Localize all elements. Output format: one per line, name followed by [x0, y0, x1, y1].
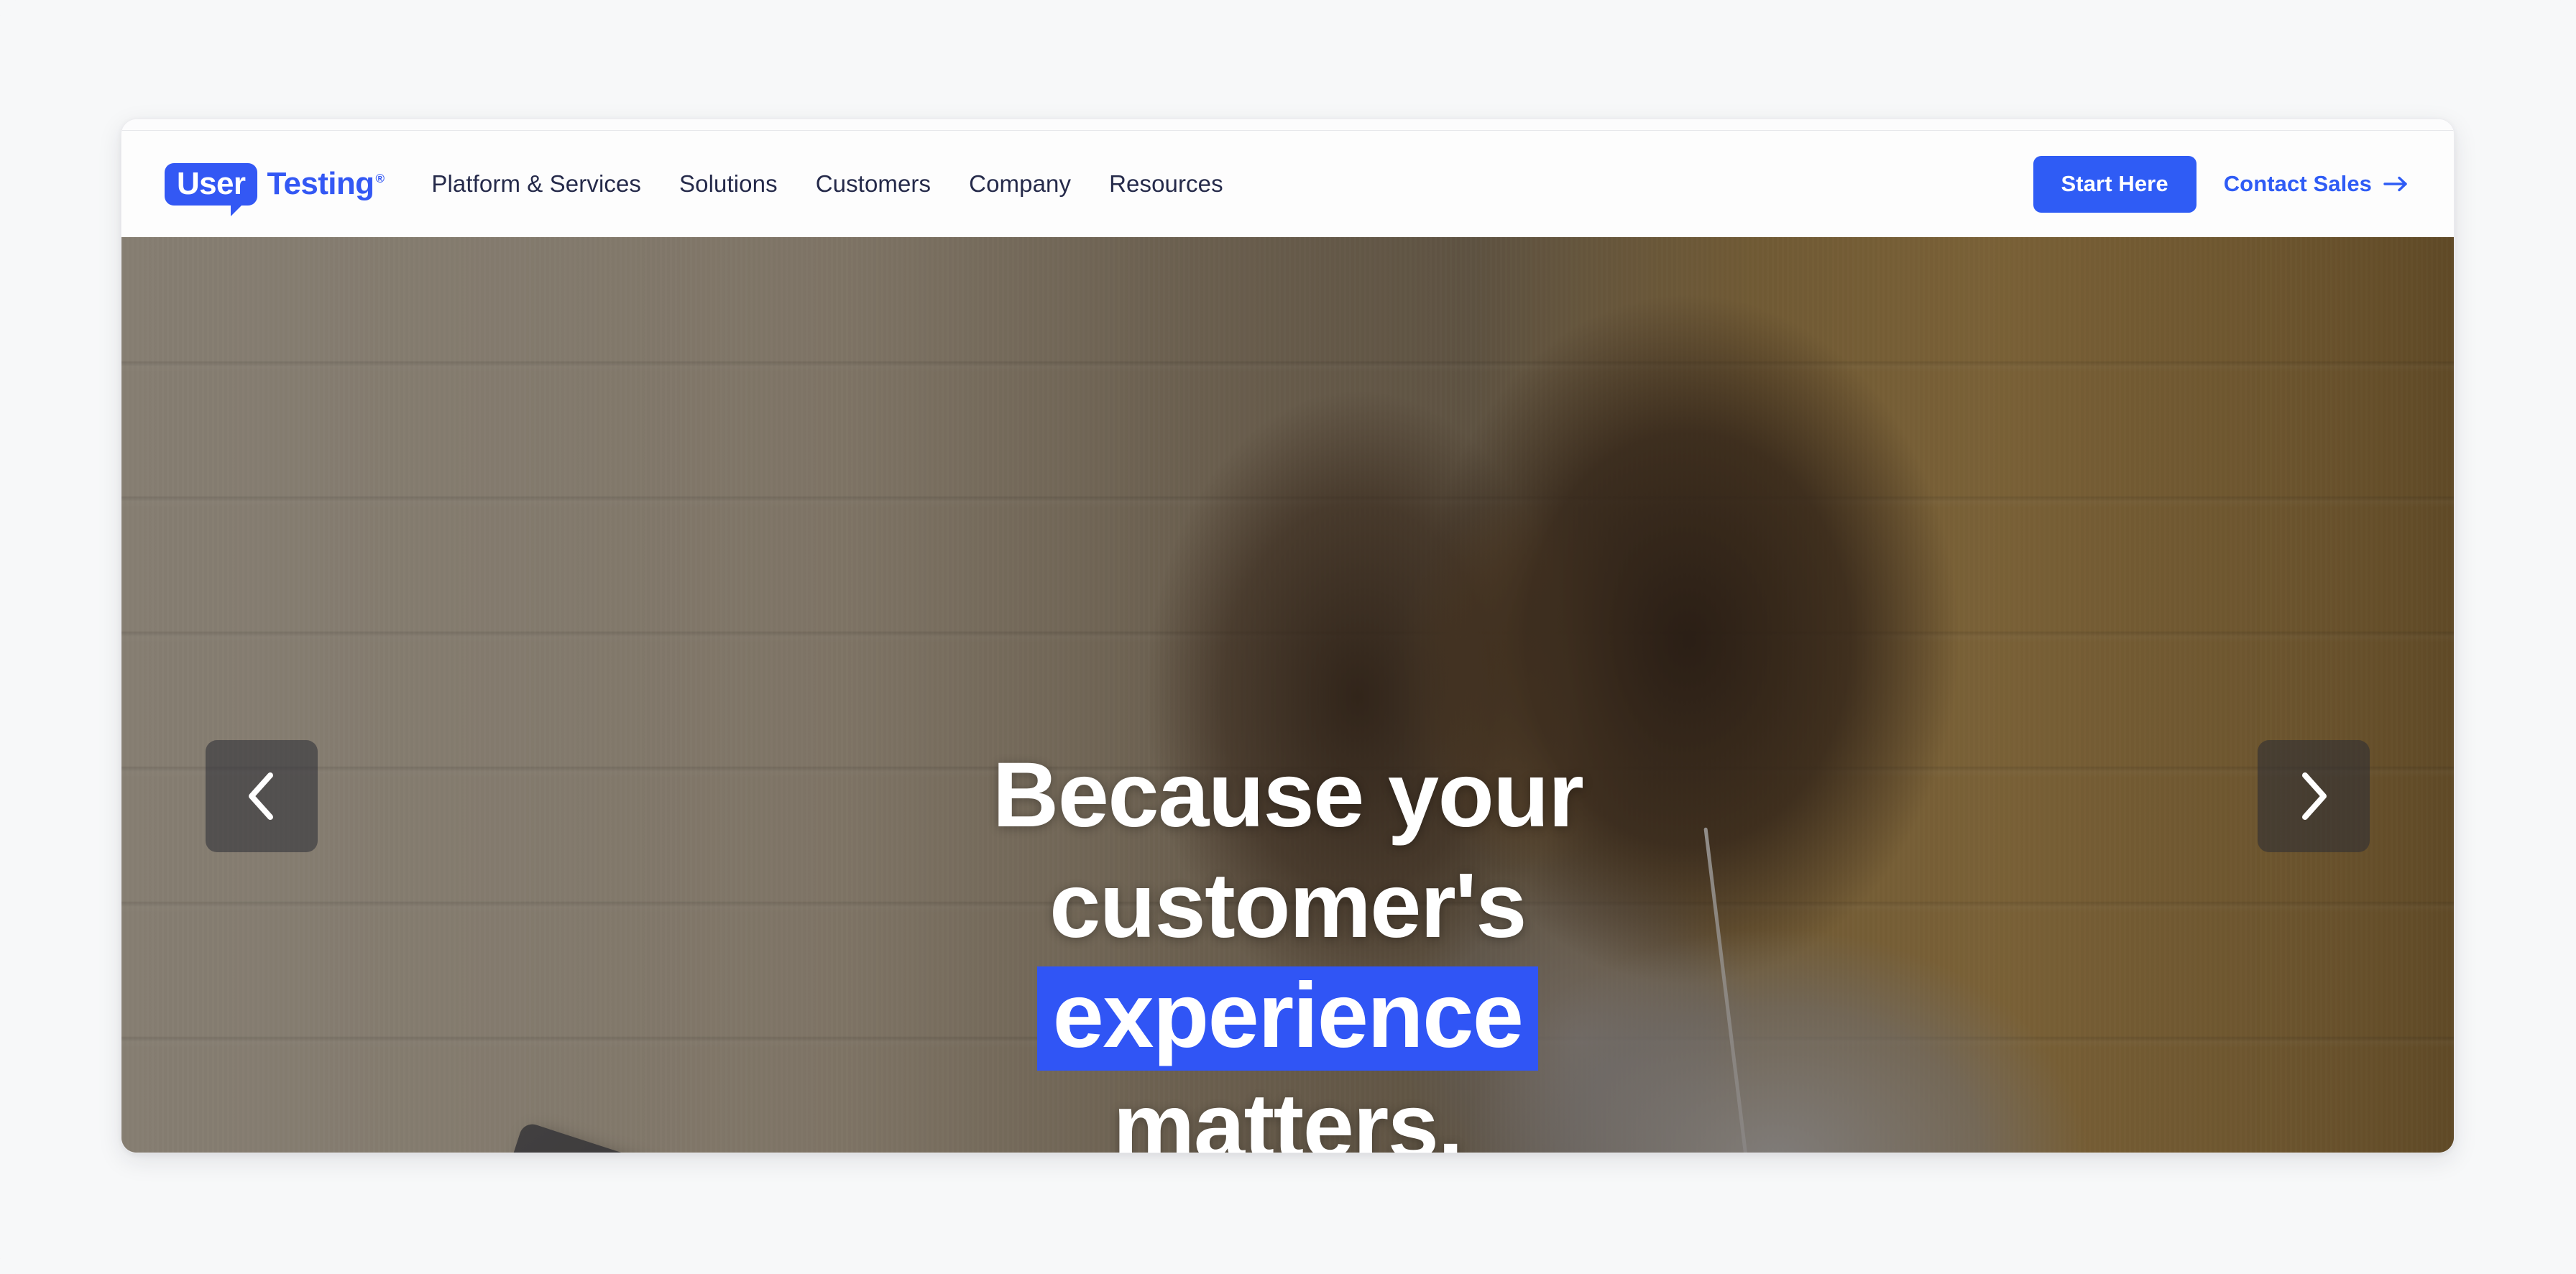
nav-item-company[interactable]: Company: [969, 165, 1071, 203]
start-here-button[interactable]: Start Here: [2033, 155, 2196, 213]
site-header: User Testing ® Platform & Services Soluti…: [121, 131, 2454, 237]
logo-text-user: User: [177, 165, 246, 201]
logo-testing-word: Testing: [267, 166, 374, 201]
contact-sales-label: Contact Sales: [2223, 171, 2372, 196]
arrow-right-icon: [2383, 176, 2407, 192]
hero-carousel: Because your customer's experience matte…: [121, 237, 2454, 1153]
hero-headline: Because your customer's experience matte…: [121, 740, 2454, 1153]
logo-speech-bubble-icon: User: [165, 162, 258, 216]
browser-top-strip: [121, 119, 2454, 131]
logo-trademark-symbol: ®: [375, 172, 385, 186]
primary-navigation: Platform & Services Solutions Customers …: [431, 165, 2033, 203]
hero-headline-highlight: experience: [1036, 966, 1539, 1071]
header-actions: Start Here Contact Sales: [2033, 155, 2410, 213]
browser-window-card: User Testing ® Platform & Services Soluti…: [121, 119, 2455, 1153]
contact-sales-link[interactable]: Contact Sales: [2224, 171, 2409, 197]
hero-headline-line-2: customer's: [1049, 854, 1527, 957]
nav-item-solutions[interactable]: Solutions: [679, 165, 778, 203]
logo-text-testing: Testing ®: [267, 166, 385, 201]
hero-headline-line-4: matters.: [1113, 1074, 1464, 1153]
hero-headline-line-3: experience: [423, 961, 2152, 1071]
nav-item-customers[interactable]: Customers: [816, 165, 931, 203]
hero-headline-line-1: Because your: [992, 744, 1584, 846]
nav-item-platform-services[interactable]: Platform & Services: [431, 165, 641, 203]
nav-item-resources[interactable]: Resources: [1109, 165, 1223, 203]
usertesting-logo[interactable]: User Testing ®: [165, 162, 385, 216]
